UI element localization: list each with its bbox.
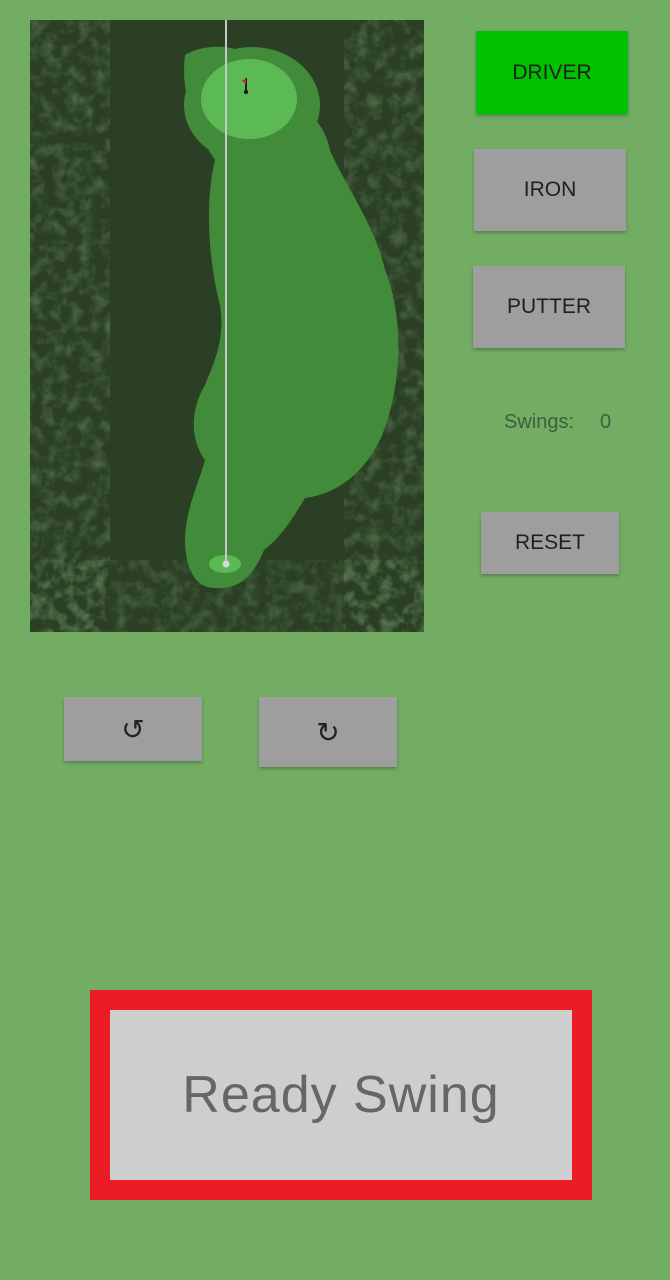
swings-label: Swings:	[504, 410, 575, 433]
course-svg	[30, 20, 424, 632]
iron-button[interactable]: IRON	[474, 149, 626, 231]
golf-ball-icon	[222, 560, 230, 568]
rotate-left-button[interactable]: ↺	[64, 697, 202, 761]
course-map	[30, 20, 424, 632]
putting-green	[201, 59, 297, 139]
swing-counter: Swings: 0	[504, 408, 624, 436]
ready-swing-button[interactable]: Ready Swing	[110, 1010, 572, 1180]
rotate-left-icon: ↺	[121, 713, 145, 745]
rotate-right-icon: ↻	[316, 716, 340, 748]
rotate-right-button[interactable]: ↻	[259, 697, 397, 767]
putter-button[interactable]: PUTTER	[473, 266, 625, 348]
driver-button[interactable]: DRIVER	[476, 31, 628, 114]
swings-value: 0	[600, 410, 612, 433]
reset-button[interactable]: RESET	[481, 512, 619, 574]
